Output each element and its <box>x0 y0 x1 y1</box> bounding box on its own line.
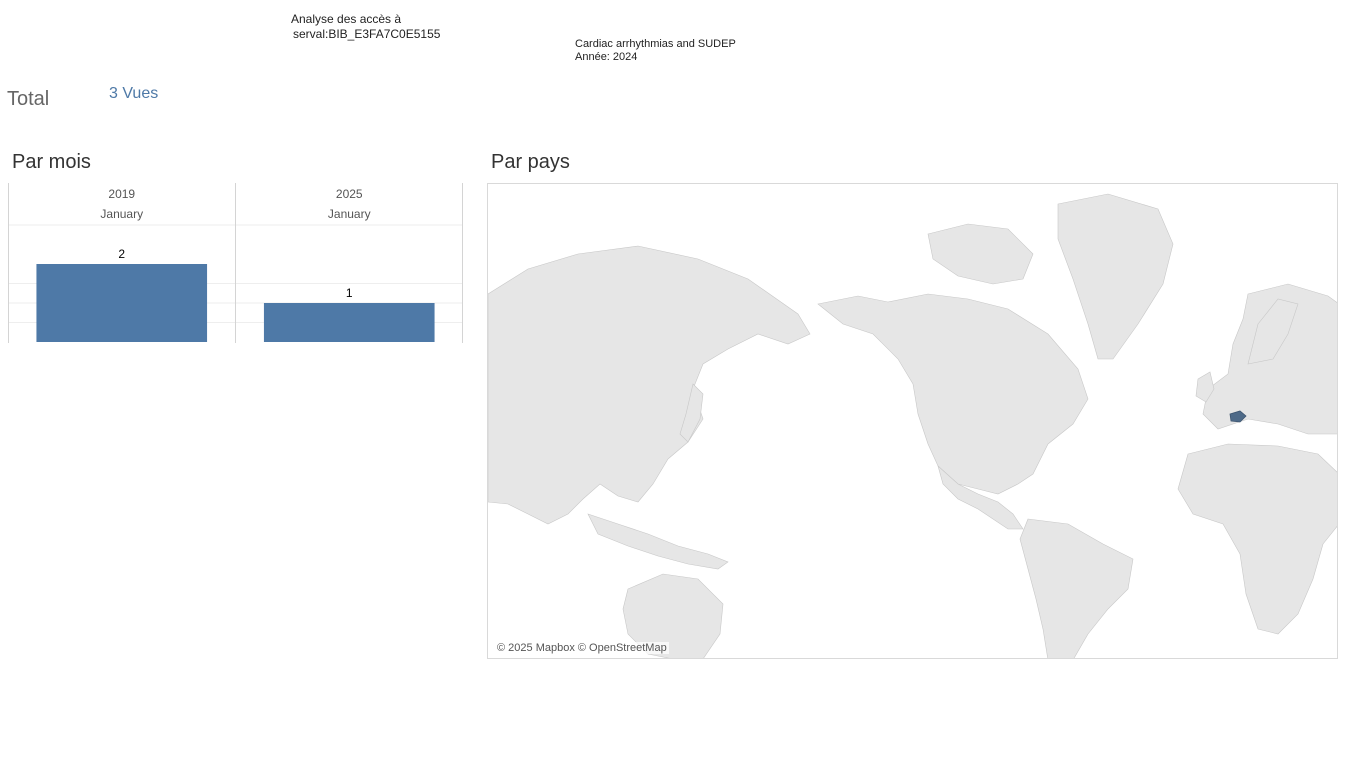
monthly-bar-chart: 2019 January 2 2025 January 1 <box>8 183 463 343</box>
map-south-america <box>1019 518 1134 658</box>
data-label: 1 <box>346 286 353 300</box>
total-views-value[interactable]: 3 Vues <box>109 85 158 103</box>
map-attribution: © 2025 Mapbox © OpenStreetMap <box>495 642 669 654</box>
section-title-by-month: Par mois <box>12 151 91 173</box>
map-north-america <box>817 293 1089 495</box>
country-map[interactable]: © 2025 Mapbox © OpenStreetMap <box>487 183 1338 659</box>
map-asia <box>488 245 811 525</box>
analysis-title-line1: Analyse des accès à <box>291 12 402 26</box>
tick-label-month: January <box>328 207 371 221</box>
bar[interactable] <box>36 264 208 342</box>
map-arctic-islands <box>927 223 1034 285</box>
monthly-bar-chart-svg: 2019 January 2 2025 January 1 <box>8 183 463 343</box>
map-greenland <box>1057 193 1174 360</box>
map-se-asia <box>587 513 729 570</box>
tick-label-month: January <box>100 207 143 221</box>
total-label: Total <box>7 88 50 110</box>
tick-label-year: 2019 <box>108 187 135 201</box>
bar[interactable] <box>263 303 435 342</box>
world-map-svg <box>488 193 1337 658</box>
document-year: Année: 2024 <box>575 51 638 63</box>
document-info: Cardiac arrhythmias and SUDEP Année: 202… <box>575 38 736 64</box>
map-africa <box>1177 443 1337 635</box>
section-title-by-country: Par pays <box>491 151 570 173</box>
tick-label-year: 2025 <box>336 187 363 201</box>
data-label: 2 <box>118 247 125 261</box>
document-title: Cardiac arrhythmias and SUDEP <box>575 38 736 50</box>
analysis-title: Analyse des accès à serval:BIB_E3FA7C0E5… <box>291 12 440 42</box>
dashboard: Analyse des accès à serval:BIB_E3FA7C0E5… <box>0 0 1366 768</box>
analysis-title-line2: serval:BIB_E3FA7C0E5155 <box>293 27 441 41</box>
